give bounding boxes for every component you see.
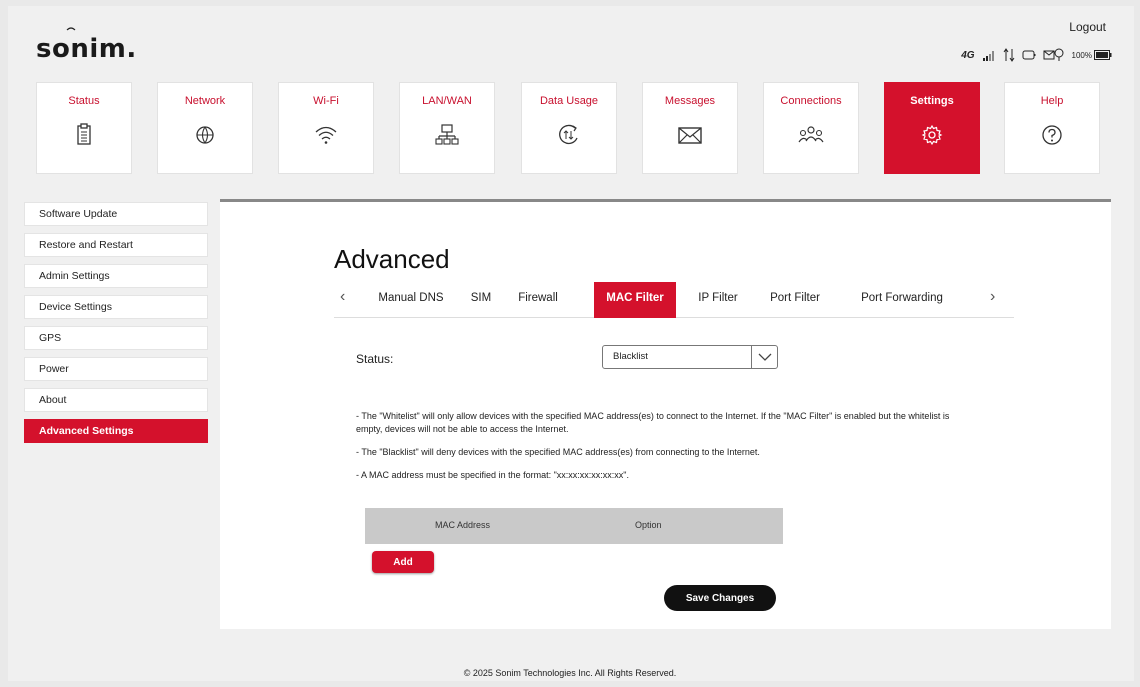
battery-icon: 100% <box>1072 50 1112 60</box>
mac-filter-notes: - The "Whitelist" will only allow device… <box>356 410 976 492</box>
mac-address-table: MAC Address Option <box>365 508 783 544</box>
main-panel: Advanced ‹ Manual DNS SIM Firewall MAC F… <box>220 199 1111 629</box>
sidebar-item-software-update[interactable]: Software Update <box>24 202 208 226</box>
chevron-right-icon[interactable]: › <box>990 288 995 306</box>
nav-tile-label: Data Usage <box>539 95 599 107</box>
sidebar-item-restore-restart[interactable]: Restore and Restart <box>24 233 208 257</box>
column-header-mac-address: MAC Address <box>435 520 491 530</box>
nav-tile-connections[interactable]: Connections <box>763 82 859 174</box>
chevron-left-icon[interactable]: ‹ <box>340 288 345 306</box>
nav-tile-label: Network <box>184 95 226 107</box>
tab-mac-filter[interactable]: MAC Filter <box>594 282 676 318</box>
footer-copyright: © 2025 Sonim Technologies Inc. All Right… <box>463 668 677 678</box>
users-icon <box>798 126 824 143</box>
nav-tile-label: Wi-Fi <box>313 95 339 107</box>
sidebar-item-device-settings[interactable]: Device Settings <box>24 295 208 319</box>
note-whitelist: - The "Whitelist" will only allow device… <box>356 411 950 434</box>
tab-sim[interactable]: SIM <box>464 282 498 318</box>
nav-tile-lan-wan[interactable]: LAN/WAN <box>399 82 495 174</box>
data-transfer-icon <box>1003 48 1015 62</box>
advanced-tab-bar: ‹ Manual DNS SIM Firewall MAC Filter IP … <box>334 278 1014 318</box>
sidebar-item-power[interactable]: Power <box>24 357 208 381</box>
nav-tile-settings[interactable]: Settings <box>884 82 980 174</box>
envelope-icon <box>678 127 702 144</box>
page-title: Advanced <box>334 244 450 274</box>
nav-tile-label: Settings <box>910 95 954 107</box>
nav-tile-label: LAN/WAN <box>422 95 472 107</box>
battery-percent: 100% <box>1071 50 1092 60</box>
nav-tile-label: Messages <box>664 95 716 107</box>
note-format: - A MAC address must be specified in the… <box>356 470 629 480</box>
main-nav: Status Network Wi-Fi LAN/WAN Data Usage … <box>36 82 1100 174</box>
sidebar-item-about[interactable]: About <box>24 388 208 412</box>
sidebar-item-gps[interactable]: GPS <box>24 326 208 350</box>
logo-signal-icon <box>66 27 76 31</box>
data-usage-icon <box>559 124 578 145</box>
tab-firewall[interactable]: Firewall <box>510 282 566 318</box>
nav-tile-label: Connections <box>780 95 842 107</box>
sidebar-item-advanced-settings[interactable]: Advanced Settings <box>24 419 208 443</box>
sonim-logo: sonim. <box>36 34 137 64</box>
wifi-icon <box>315 126 337 144</box>
nav-tile-network[interactable]: Network <box>157 82 253 174</box>
nav-tile-status[interactable]: Status <box>36 82 132 174</box>
lan-icon <box>435 124 459 145</box>
status-icons-bar: 4G 100% <box>961 48 1112 62</box>
sidebar-item-admin-settings[interactable]: Admin Settings <box>24 264 208 288</box>
signal-strength-icon <box>982 49 996 61</box>
nav-tile-label: Status <box>68 95 100 107</box>
nav-tile-data-usage[interactable]: Data Usage <box>521 82 617 174</box>
globe-icon <box>196 126 214 144</box>
nav-tile-wifi[interactable]: Wi-Fi <box>278 82 374 174</box>
tab-port-filter[interactable]: Port Filter <box>762 282 828 318</box>
settings-sidebar: Software Update Restore and Restart Admi… <box>24 202 208 450</box>
nav-tile-label: Help <box>1040 95 1064 107</box>
nav-tile-messages[interactable]: Messages <box>642 82 738 174</box>
gear-icon <box>921 124 943 146</box>
logout-link[interactable]: Logout <box>1069 20 1106 34</box>
network-type-label: 4G <box>961 49 975 61</box>
chevron-down-icon <box>751 346 777 368</box>
tab-ip-filter[interactable]: IP Filter <box>692 282 744 318</box>
note-blacklist: - The "Blacklist" will deny devices with… <box>356 447 760 457</box>
nav-tile-help[interactable]: Help <box>1004 82 1100 174</box>
help-icon <box>1042 125 1062 145</box>
select-value: Blacklist <box>613 351 648 362</box>
tab-manual-dns[interactable]: Manual DNS <box>364 282 458 318</box>
tab-port-forwarding[interactable]: Port Forwarding <box>844 282 960 318</box>
save-changes-button[interactable]: Save Changes <box>664 585 776 611</box>
column-header-option: Option <box>635 520 662 530</box>
mac-filter-status-select[interactable]: Blacklist <box>602 345 778 369</box>
device-icon <box>1022 49 1036 61</box>
clipboard-icon <box>77 123 91 145</box>
add-button[interactable]: Add <box>372 551 434 573</box>
sms-icon <box>1043 48 1065 62</box>
status-label: Status: <box>356 352 394 366</box>
